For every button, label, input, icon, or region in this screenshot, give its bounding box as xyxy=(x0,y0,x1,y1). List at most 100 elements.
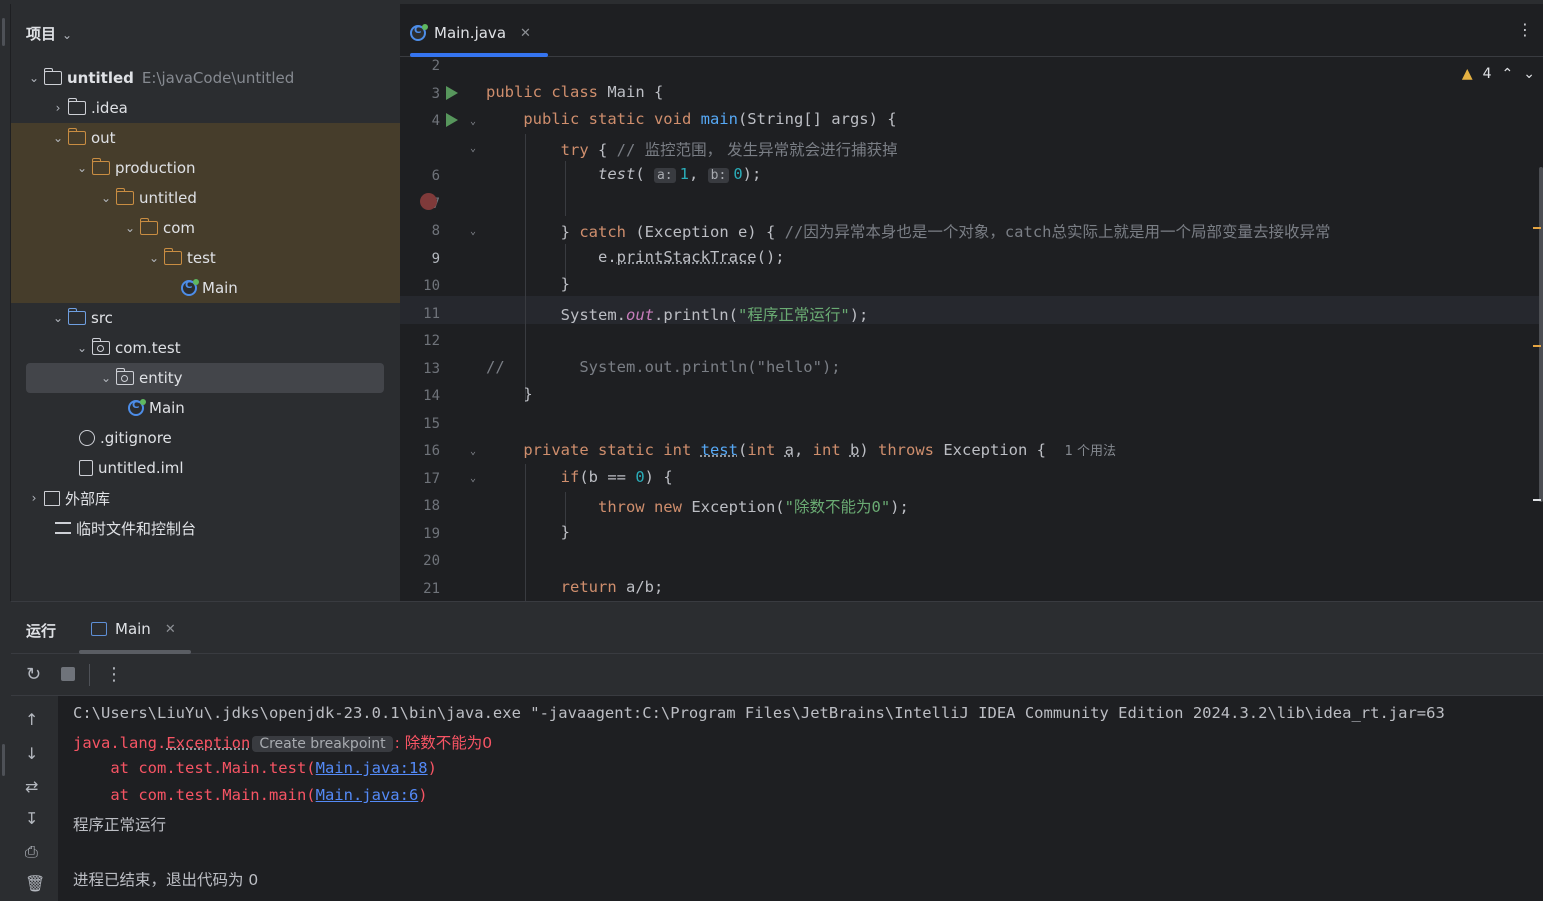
folder-icon xyxy=(67,128,86,145)
fold-icon[interactable]: ⌄ xyxy=(470,473,476,484)
warning-marker[interactable] xyxy=(1533,345,1541,347)
arrow-up-icon[interactable]: ↑ xyxy=(25,710,38,729)
warning-marker[interactable] xyxy=(1533,227,1541,229)
fold-icon[interactable]: ⌄ xyxy=(470,143,476,154)
code-line-3: public class Main { xyxy=(486,83,664,101)
iml-file-icon xyxy=(79,460,93,476)
chevron-right-icon[interactable]: › xyxy=(50,101,66,115)
create-breakpoint-button[interactable]: Create breakpoint xyxy=(252,736,393,752)
tree-item-com[interactable]: ⌄ com xyxy=(122,213,195,243)
chevron-right-icon[interactable]: › xyxy=(26,491,42,505)
warning-marker[interactable] xyxy=(1533,499,1541,501)
fold-icon[interactable]: ⌄ xyxy=(470,226,476,237)
soft-wrap-icon[interactable]: ⇄ xyxy=(25,777,38,796)
chevron-down-icon[interactable]: ⌄ xyxy=(98,191,114,205)
tree-item-label: 外部库 xyxy=(65,489,111,508)
project-tool-indicator[interactable] xyxy=(2,18,5,46)
close-icon[interactable]: ✕ xyxy=(520,26,531,41)
project-title-label: 项目 xyxy=(26,25,57,43)
tab-main-java[interactable]: Main.java ✕ xyxy=(410,18,531,48)
line-number: 18 xyxy=(423,498,440,514)
exception-class-link[interactable]: Exception xyxy=(166,734,250,752)
line-number: 21 xyxy=(423,581,440,597)
tree-item-label: Main xyxy=(202,279,238,297)
fold-icon[interactable]: ⌄ xyxy=(470,446,476,457)
folder-icon xyxy=(163,248,182,265)
line-number: 16 xyxy=(423,443,440,459)
run-toolbar: ↻ ⋮ xyxy=(11,654,1543,696)
tree-item-main-src[interactable]: Main xyxy=(126,393,185,423)
line-number: 17 xyxy=(423,471,440,487)
code-line-17: if(b == 0) { xyxy=(560,468,673,486)
trash-icon[interactable]: 🗑 xyxy=(25,874,45,893)
fold-icon[interactable]: ⌄ xyxy=(470,116,476,127)
print-icon[interactable]: ⎙ xyxy=(25,842,38,862)
tree-item-label: .gitignore xyxy=(100,429,172,447)
more-vertical-icon[interactable]: ⋮ xyxy=(1517,20,1533,39)
tree-item-scratches[interactable]: 临时文件和控制台 xyxy=(53,513,196,543)
tree-item-idea[interactable]: › .idea xyxy=(50,93,128,123)
stop-icon[interactable] xyxy=(61,667,75,681)
package-icon xyxy=(91,338,110,355)
source-link[interactable]: Main.java:18 xyxy=(316,759,428,777)
tree-item-label: 临时文件和控制台 xyxy=(76,519,197,538)
tree-item-com-test[interactable]: ⌄ com.test xyxy=(74,333,181,363)
tree-item-src[interactable]: ⌄ src xyxy=(50,303,113,333)
console-output-line: 程序正常运行 xyxy=(73,816,167,834)
console-stack-line: at com.test.Main.test(Main.java:18) xyxy=(73,759,437,777)
console-output[interactable]: C:\Users\LiuYu\.jdks\openjdk-23.0.1\bin\… xyxy=(73,700,1543,900)
project-panel: 项目 ⌄ ⌄ untitled E:\javaCode\untitled › .i… xyxy=(11,4,400,601)
more-vertical-icon[interactable]: ⋮ xyxy=(105,664,123,685)
code-area[interactable]: 2 3 4 6 7 8 9 10 11 12 13 14 15 16 17 18… xyxy=(400,57,1543,601)
chevron-down-icon[interactable]: ⌄ xyxy=(50,311,66,325)
chevron-down-icon[interactable]: ⌄ xyxy=(26,71,42,85)
tree-item-label: production xyxy=(115,159,196,177)
code-line-11: System.out.println("程序正常运行"); xyxy=(486,306,869,324)
tree-item-main-output[interactable]: Main xyxy=(179,273,238,303)
usages-hint[interactable]: 1 个用法 xyxy=(1065,444,1116,459)
stack-paren: ) xyxy=(418,786,428,804)
chevron-down-icon[interactable]: ⌄ xyxy=(74,341,90,355)
run-tab-label: Main xyxy=(115,620,151,638)
arrow-down-icon[interactable]: ↓ xyxy=(25,744,38,763)
tree-item-entity[interactable]: ⌄ entity xyxy=(98,363,183,393)
tree-item-external-libraries[interactable]: › 外部库 xyxy=(26,483,110,513)
tree-item-out[interactable]: ⌄ out xyxy=(50,123,116,153)
tree-item-gitignore[interactable]: .gitignore xyxy=(77,423,172,453)
console-command-line: C:\Users\LiuYu\.jdks\openjdk-23.0.1\bin\… xyxy=(73,704,1445,722)
chevron-down-icon: ⌄ xyxy=(62,28,73,42)
tree-item-label: test xyxy=(187,249,216,267)
editor-scrollbar[interactable] xyxy=(1539,167,1543,502)
scroll-to-end-icon[interactable]: ↧ xyxy=(25,809,38,828)
tree-item-production[interactable]: ⌄ production xyxy=(74,153,196,183)
source-folder-icon xyxy=(67,308,86,325)
run-gutter-icon[interactable] xyxy=(446,113,458,127)
chevron-down-icon[interactable]: ⌄ xyxy=(74,161,90,175)
code-line-10: } xyxy=(486,275,570,293)
tree-item-untitled-iml[interactable]: untitled.iml xyxy=(77,453,184,483)
code-line-9: e.printStackTrace(); xyxy=(486,248,785,266)
param-hint: b: xyxy=(707,168,730,183)
rerun-icon[interactable]: ↻ xyxy=(26,664,41,685)
run-tab-main[interactable]: Main ✕ xyxy=(91,620,176,638)
tree-item-test[interactable]: ⌄ test xyxy=(146,243,216,273)
run-gutter-icon[interactable] xyxy=(446,86,458,100)
chevron-down-icon[interactable]: ⌄ xyxy=(122,221,138,235)
tree-item-label: com.test xyxy=(115,339,181,357)
breakpoint-icon[interactable] xyxy=(420,193,437,210)
editor-tab-bar: Main.java ✕ ⋮ xyxy=(400,4,1543,57)
chevron-down-icon[interactable]: ⌄ xyxy=(146,251,162,265)
folder-icon xyxy=(91,158,110,175)
tree-item-untitled-output[interactable]: ⌄ untitled xyxy=(98,183,197,213)
line-number-current: 9 xyxy=(431,251,440,267)
source-link[interactable]: Main.java:6 xyxy=(316,786,419,804)
line-number: 13 xyxy=(423,361,440,377)
project-panel-title[interactable]: 项目 ⌄ xyxy=(26,23,72,44)
close-icon[interactable]: ✕ xyxy=(165,622,176,637)
run-tool-indicator[interactable] xyxy=(2,744,5,776)
chevron-down-icon[interactable]: ⌄ xyxy=(98,371,114,385)
code-line-14: } xyxy=(486,385,533,403)
tree-item-untitled-module[interactable]: ⌄ untitled E:\javaCode\untitled xyxy=(26,63,294,93)
chevron-down-icon[interactable]: ⌄ xyxy=(50,131,66,145)
tree-item-label: out xyxy=(91,129,116,147)
